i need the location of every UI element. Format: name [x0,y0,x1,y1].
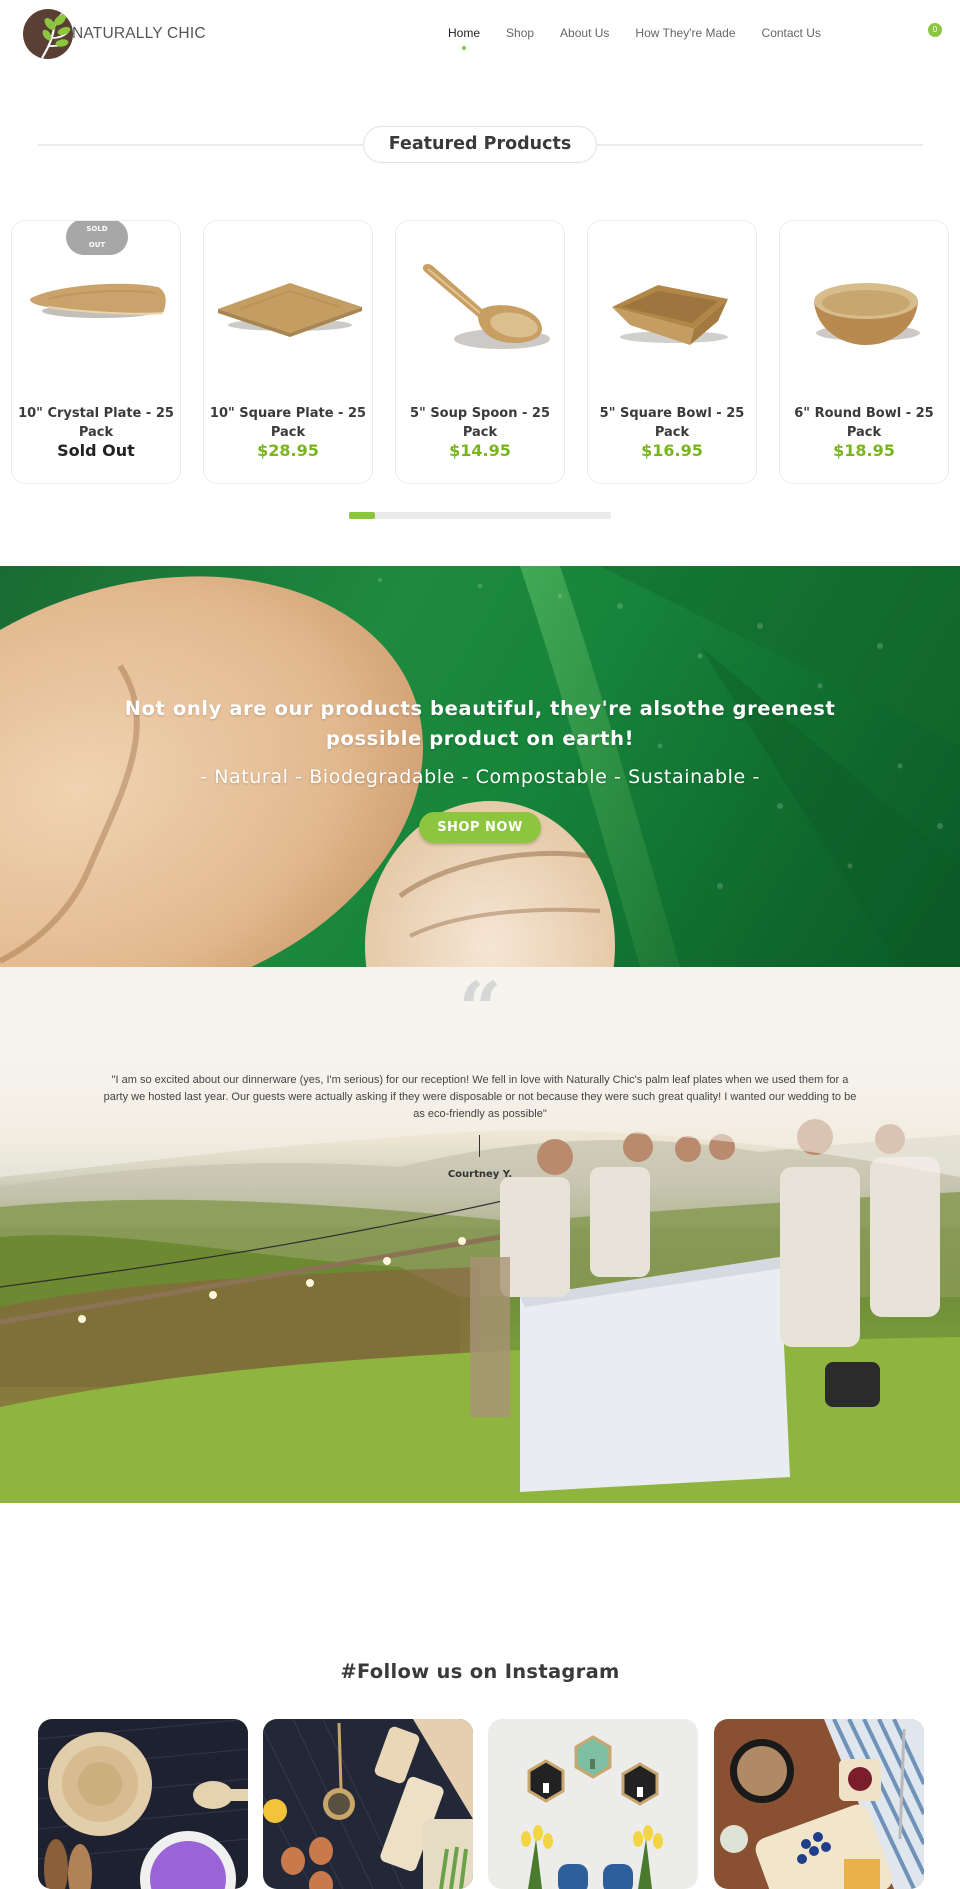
testimonial-quote: "I am so excited about our dinnerware (y… [103,1074,857,1120]
carousel-progress-bar[interactable] [349,512,611,519]
nav-item-label: How They're Made [635,26,736,40]
product-name: 5" Square Bowl - 25 Pack [599,406,745,440]
sold-out-badge: SOLD OUT [66,221,128,255]
product-card[interactable]: 6" Round Bowl - 25 Pack $18.95 [779,220,949,484]
product-card[interactable]: SOLD OUT 10" Crystal Plate - 25 Pack Sold… [11,220,181,484]
product-price: $28.95 [257,441,319,460]
hero-subtitle: - Natural - Biodegradable - Compostable … [200,766,760,788]
product-card[interactable]: 10" Square Plate - 25 Pack $28.95 [203,220,373,484]
testimonial-author: Courtney Y. [447,1169,513,1180]
hero-banner: Not only are our products beautiful, the… [0,566,960,967]
product-card[interactable]: 5" Soup Spoon - 25 Pack $14.95 [395,220,565,484]
carousel-progress-fill [349,512,376,519]
product-name: 6" Round Bowl - 25 Pack [794,406,934,440]
product-name: 10" Crystal Plate - 25 Pack [18,406,174,440]
instagram-tile[interactable] [714,1719,924,1889]
instagram-tile[interactable] [488,1719,698,1889]
nav-item-home[interactable]: Home [448,26,481,50]
instagram-tile[interactable] [38,1719,248,1889]
instagram-heading: #Follow us on Instagram [340,1660,620,1683]
product-image-round-bowl [814,283,920,345]
instagram-image-breakfast [714,1719,924,1889]
product-image-square-bowl [612,285,728,345]
main-nav: Home Shop About Us How They're Made Cont… [448,26,847,50]
instagram-image-palm-trays [263,1719,473,1889]
hero-title: Not only are our products beautiful, the… [124,697,836,750]
cart-count-badge[interactable]: 0 [928,23,942,37]
nav-item-label: About Us [560,26,610,40]
nav-item-shop[interactable]: Shop [506,26,534,40]
instagram-image-hexagon-shelves [488,1719,698,1889]
brand-logo[interactable]: NATURALLY CHIC [22,8,206,60]
quote-icon: “ [458,967,502,1053]
product-price: Sold Out [57,441,135,460]
product-image-soup-spoon [422,264,550,349]
instagram-image-palm-bowls [38,1719,248,1889]
product-price: $16.95 [641,441,703,460]
product-name: 10" Square Plate - 25 Pack [209,406,367,440]
shop-now-button[interactable]: SHOP NOW [419,812,541,843]
featured-products-carousel: SOLD OUT 10" Crystal Plate - 25 Pack Sold… [11,220,951,484]
nav-item-label: Contact Us [761,26,821,40]
leaf-branch-icon [23,9,73,59]
nav-item-label: Home [448,26,481,40]
featured-products-heading: Featured Products [363,126,597,163]
site-header: NATURALLY CHIC Home Shop About Us How Th… [0,0,960,70]
product-name: 5" Soup Spoon - 25 Pack [409,406,551,440]
product-image-square-plate [218,283,362,337]
nav-item-how-theyre-made[interactable]: How They're Made [635,26,735,40]
product-price: $18.95 [833,441,895,460]
nav-item-label: Shop [506,26,535,40]
nav-item-contact-us[interactable]: Contact Us [762,26,821,40]
product-price: $14.95 [449,441,511,460]
testimonial-section: “ "I am so excited about our dinnerware … [0,967,960,1503]
product-card[interactable]: 5" Square Bowl - 25 Pack $16.95 [587,220,757,484]
brand-name: NATURALLY CHIC [72,25,206,42]
nav-item-about-us[interactable]: About Us [560,26,609,40]
instagram-tile[interactable] [263,1719,473,1889]
quote-divider [479,1135,480,1157]
active-indicator-dot [462,46,466,50]
instagram-grid [38,1719,924,1889]
